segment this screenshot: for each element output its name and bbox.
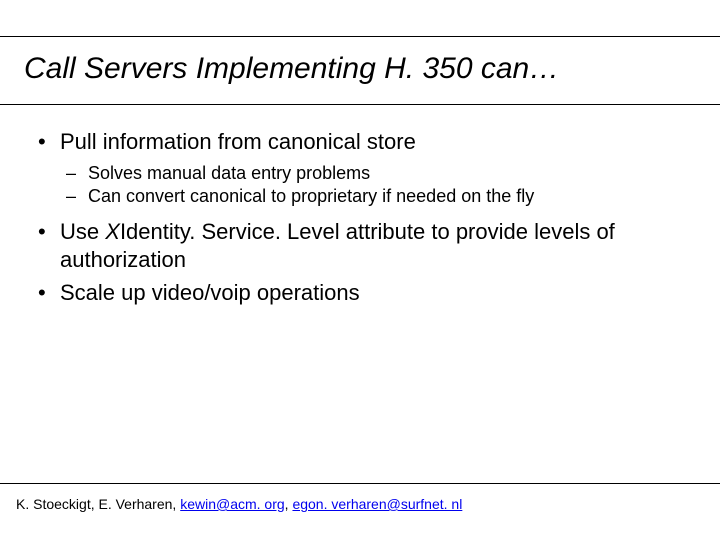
slide: Call Servers Implementing H. 350 can… Pu… — [0, 0, 720, 540]
bullet-3: Scale up video/voip operations — [32, 279, 680, 307]
rule-top-2 — [0, 104, 720, 105]
bullet-2-pre: Use — [60, 219, 105, 244]
bullet-1-sublist: Solves manual data entry problems Can co… — [60, 162, 680, 209]
bullet-2-x: X — [105, 219, 120, 244]
bullet-1: Pull information from canonical store So… — [32, 128, 680, 208]
bullet-list: Pull information from canonical store So… — [32, 128, 680, 307]
slide-title: Call Servers Implementing H. 350 can… — [24, 52, 559, 86]
footer-email-1[interactable]: kewin@acm. org — [180, 496, 284, 512]
bullet-1-text: Pull information from canonical store — [60, 129, 416, 154]
footer-authors: K. Stoeckigt, E. Verharen, — [16, 496, 180, 512]
rule-bottom — [0, 483, 720, 484]
bullet-1-sub-1: Solves manual data entry problems — [60, 162, 680, 185]
footer: K. Stoeckigt, E. Verharen, kewin@acm. or… — [16, 496, 462, 512]
bullet-2: Use XIdentity. Service. Level attribute … — [32, 218, 680, 273]
rule-top-1 — [0, 36, 720, 37]
footer-email-2[interactable]: egon. verharen@surfnet. nl — [292, 496, 462, 512]
bullet-1-sub-2: Can convert canonical to proprietary if … — [60, 185, 680, 208]
content-area: Pull information from canonical store So… — [32, 128, 680, 313]
bullet-2-post: Identity. Service. Level attribute to pr… — [60, 219, 615, 272]
